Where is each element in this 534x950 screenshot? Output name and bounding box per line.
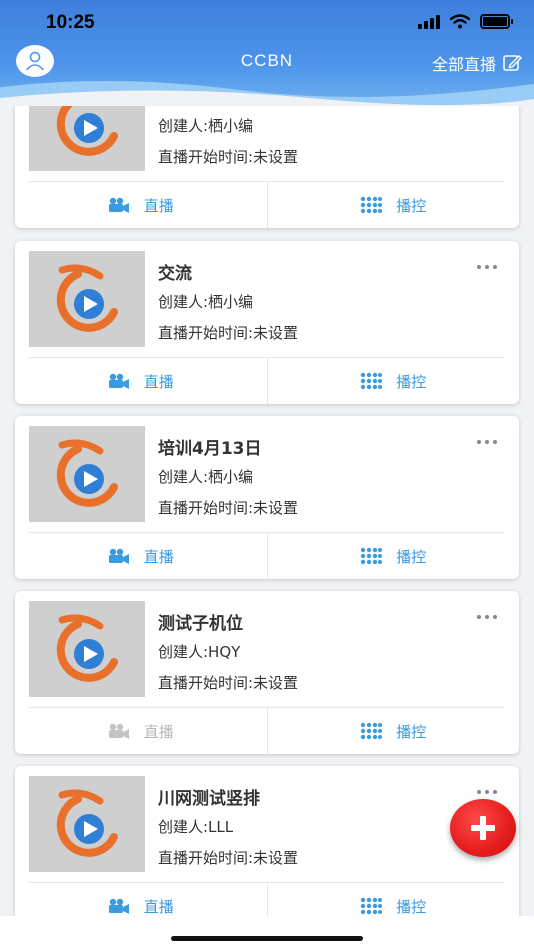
control-button-label: 播控 xyxy=(396,897,427,916)
live-card[interactable]: 川网测试竖排 创建人:LLL 直播开始时间:未设置 直播 播控 xyxy=(15,766,519,916)
live-button-label: 直播 xyxy=(143,547,174,566)
control-button[interactable]: 播控 xyxy=(268,182,520,228)
control-button-label: 播控 xyxy=(396,196,427,215)
signal-icon xyxy=(418,14,440,29)
control-button[interactable]: 播控 xyxy=(268,708,520,754)
grid-dots-icon xyxy=(361,372,383,390)
header-wave xyxy=(0,81,534,106)
video-camera-icon xyxy=(108,548,129,564)
plus-icon xyxy=(471,816,495,840)
status-time: 10:25 xyxy=(46,12,95,33)
live-button[interactable]: 直播 xyxy=(15,358,267,404)
live-title: 测试子机位 xyxy=(158,614,243,634)
battery-icon xyxy=(480,14,513,29)
app-logo-icon xyxy=(56,789,118,857)
control-button[interactable]: 播控 xyxy=(268,883,520,916)
video-camera-icon xyxy=(108,898,129,914)
live-thumbnail xyxy=(29,776,145,872)
live-list[interactable]: 创建人:栖小编 直播开始时间:未设置 直播 播控 交流 创建人:栖小编 直播开始… xyxy=(0,0,534,916)
live-card[interactable]: 测试子机位 创建人:HQY 直播开始时间:未设置 直播 播控 xyxy=(15,591,519,754)
home-indicator[interactable] xyxy=(171,936,363,941)
live-button-label: 直播 xyxy=(143,897,174,916)
grid-dots-icon xyxy=(361,196,383,214)
more-dots-icon[interactable] xyxy=(477,790,497,794)
live-button-label: 直播 xyxy=(143,372,174,391)
app-logo-icon xyxy=(56,264,118,332)
control-button-label: 播控 xyxy=(396,722,427,741)
grid-dots-icon xyxy=(361,897,383,915)
control-button[interactable]: 播控 xyxy=(268,358,520,404)
live-card[interactable]: 交流 创建人:栖小编 直播开始时间:未设置 直播 播控 xyxy=(15,241,519,404)
add-live-button[interactable] xyxy=(450,799,516,857)
more-dots-icon[interactable] xyxy=(477,440,497,444)
live-button[interactable]: 直播 xyxy=(15,883,267,916)
live-thumbnail xyxy=(29,251,145,347)
live-title: 川网测试竖排 xyxy=(158,789,260,809)
live-start-time: 直播开始时间:未设置 xyxy=(158,499,299,517)
live-button[interactable]: 直播 xyxy=(15,533,267,579)
live-creator: 创建人:栖小编 xyxy=(158,468,254,486)
grid-dots-icon xyxy=(361,547,383,565)
control-button-label: 播控 xyxy=(396,547,427,566)
live-creator: 创建人:栖小编 xyxy=(158,293,254,311)
more-dots-icon[interactable] xyxy=(477,615,497,619)
video-camera-icon xyxy=(108,197,129,213)
live-creator: 创建人:栖小编 xyxy=(158,117,254,135)
live-button-label: 直播 xyxy=(143,196,174,215)
grid-dots-icon xyxy=(361,722,383,740)
video-camera-icon xyxy=(108,373,129,389)
live-card[interactable]: 培训4月13日 创建人:栖小编 直播开始时间:未设置 直播 播控 xyxy=(15,416,519,579)
control-button-label: 播控 xyxy=(396,372,427,391)
live-creator: 创建人:LLL xyxy=(158,818,234,836)
live-title: 培训4月13日 xyxy=(158,439,262,459)
live-button[interactable]: 直播 xyxy=(15,708,267,754)
control-button[interactable]: 播控 xyxy=(268,533,520,579)
live-start-time: 直播开始时间:未设置 xyxy=(158,849,299,867)
live-button-label: 直播 xyxy=(143,722,174,741)
app-header: 10:25 CCBN 全部直播 xyxy=(0,0,534,106)
live-thumbnail xyxy=(29,601,145,697)
more-dots-icon[interactable] xyxy=(477,265,497,269)
live-start-time: 直播开始时间:未设置 xyxy=(158,148,299,166)
app-logo-icon xyxy=(56,614,118,682)
app-logo-icon xyxy=(56,439,118,507)
live-button[interactable]: 直播 xyxy=(15,182,267,228)
home-indicator-area xyxy=(0,916,534,950)
live-start-time: 直播开始时间:未设置 xyxy=(158,324,299,342)
live-title: 交流 xyxy=(158,264,192,284)
wifi-icon xyxy=(450,14,470,29)
live-creator: 创建人:HQY xyxy=(158,643,241,661)
video-camera-icon xyxy=(108,723,129,739)
live-thumbnail xyxy=(29,426,145,522)
status-bar: 10:25 xyxy=(0,0,534,46)
live-start-time: 直播开始时间:未设置 xyxy=(158,674,299,692)
